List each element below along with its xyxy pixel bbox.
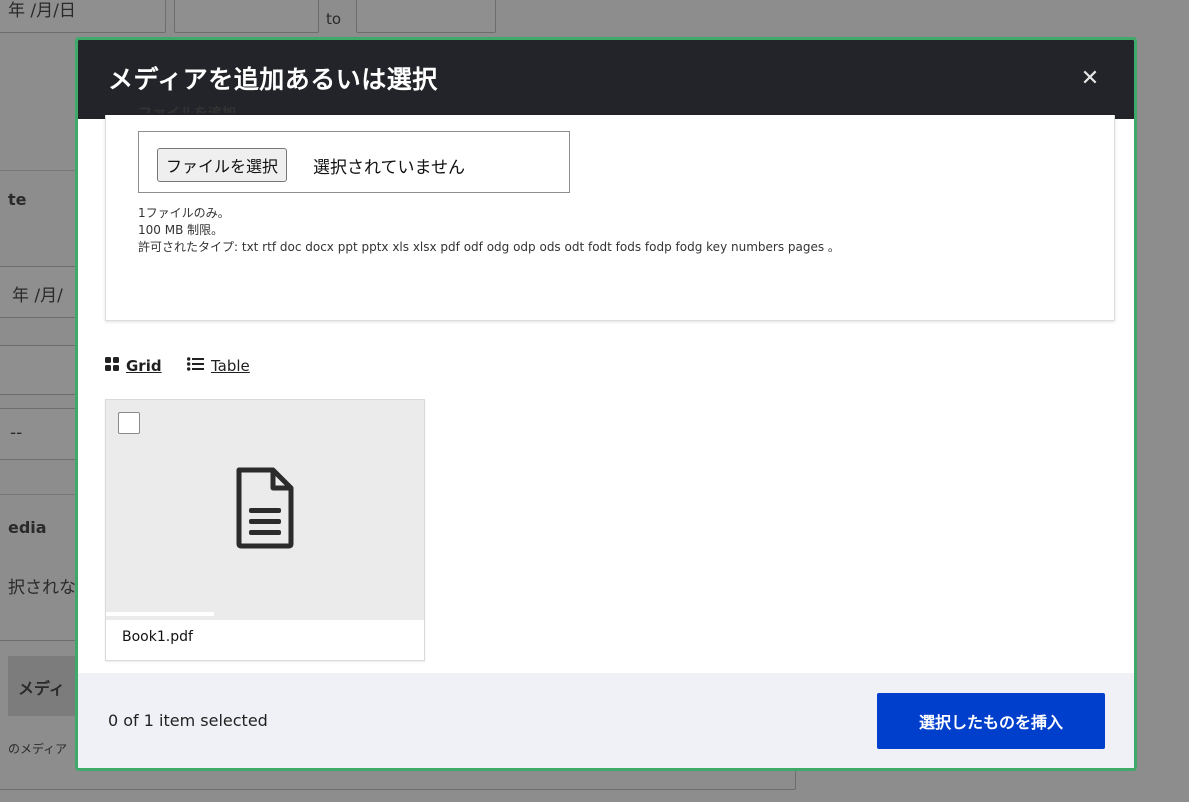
document-icon bbox=[233, 466, 297, 554]
media-library-dialog: メディアを追加あるいは選択 ✕ ファイルを追加 ファイルを選択 選択されていませ… bbox=[75, 37, 1137, 771]
file-input-wrapper: ファイルを選択 選択されていません bbox=[138, 131, 570, 193]
dialog-body: ファイルを追加 ファイルを選択 選択されていません 1ファイルのみ。 100 M… bbox=[78, 106, 1134, 676]
help-size-limit: 100 MB 制限。 bbox=[138, 223, 224, 237]
upload-section: ファイルを追加 ファイルを選択 選択されていません 1ファイルのみ。 100 M… bbox=[105, 106, 1115, 321]
dialog-header: メディアを追加あるいは選択 ✕ bbox=[78, 40, 1134, 119]
media-thumbnail bbox=[106, 400, 424, 620]
bg-input-3 bbox=[0, 345, 86, 395]
bg-time-input bbox=[174, 0, 319, 33]
bg-date-text: 年 /月/日 bbox=[8, 1, 76, 21]
media-filename: Book1.pdf bbox=[122, 629, 193, 645]
grid-view-label: Grid bbox=[126, 357, 162, 375]
help-allowed-types: 許可されたタイプ: txt rtf doc docx ppt pptx xls … bbox=[138, 240, 840, 254]
grid-view-link[interactable]: Grid bbox=[105, 357, 162, 375]
insert-selected-button[interactable]: 選択したものを挿入 bbox=[877, 693, 1105, 749]
file-status: 選択されていません bbox=[313, 158, 465, 178]
dialog-footer: 0 of 1 item selected 選択したものを挿入 bbox=[78, 673, 1134, 768]
bg-to-label: to bbox=[326, 10, 342, 28]
selected-count: 0 of 1 item selected bbox=[108, 711, 268, 730]
list-icon bbox=[187, 357, 204, 375]
bg-label-media: edia bbox=[8, 518, 47, 537]
close-button[interactable]: ✕ bbox=[1076, 64, 1104, 92]
choose-file-button[interactable]: ファイルを選択 bbox=[157, 148, 288, 182]
table-view-label: Table bbox=[211, 357, 250, 375]
help-file-count: 1ファイルのみ。 bbox=[138, 206, 230, 220]
bg-label-date: te bbox=[8, 190, 27, 209]
dialog-title: メディアを追加あるいは選択 bbox=[108, 65, 438, 94]
media-select-checkbox[interactable] bbox=[118, 412, 140, 434]
grid-icon bbox=[105, 357, 119, 375]
bg-time-input-2 bbox=[356, 0, 496, 33]
upload-label: ファイルを追加 bbox=[138, 103, 236, 113]
close-icon: ✕ bbox=[1080, 65, 1100, 90]
bg-date-text-2: 年 /月/ bbox=[12, 286, 63, 306]
upload-progress-bar bbox=[106, 612, 214, 616]
media-item[interactable]: Book1.pdf bbox=[105, 399, 425, 661]
table-view-link[interactable]: Table bbox=[187, 357, 250, 375]
bg-media-status: 択されな bbox=[8, 578, 76, 598]
